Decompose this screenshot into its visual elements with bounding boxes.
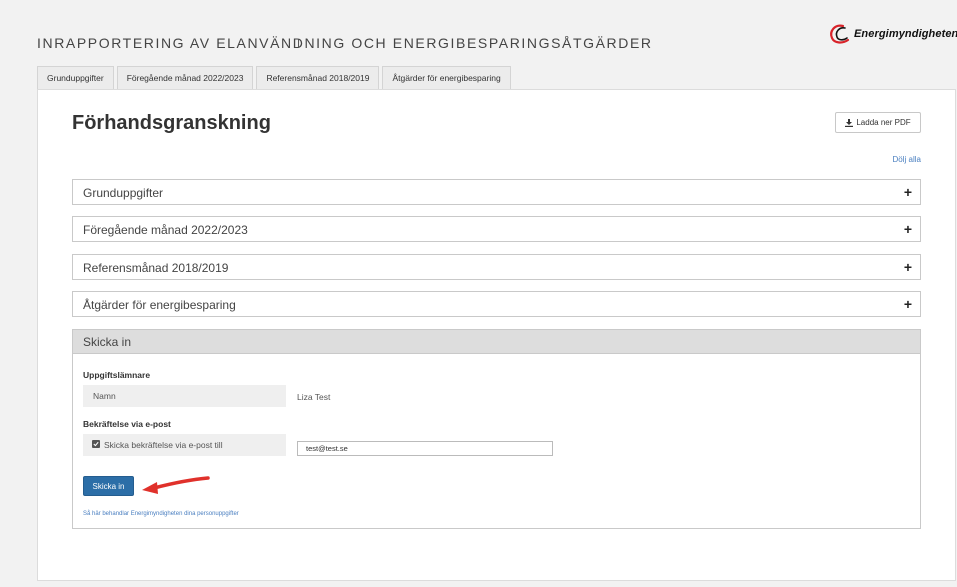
checkbox-checked-icon[interactable] [92, 440, 100, 448]
tab-atgarder[interactable]: Åtgärder för energibesparing [382, 66, 511, 90]
section-label: Referensmånad 2018/2019 [83, 261, 229, 275]
submit-section-title: Skicka in [83, 335, 132, 349]
red-arrow-icon [142, 476, 210, 494]
section-label: Grunduppgifter [83, 186, 164, 200]
email-confirm-label: Skicka bekräftelse via e-post till [104, 440, 223, 450]
name-value: Liza Test [297, 392, 331, 402]
name-label-box: Namn [83, 385, 286, 407]
submit-button[interactable]: Skicka in [83, 476, 134, 496]
tab-bar: Grunduppgifter Föregående månad 2022/202… [37, 66, 514, 90]
submitter-heading: Uppgiftslämnare [83, 370, 151, 380]
section-referensmanad[interactable]: Referensmånad 2018/2019 + [72, 254, 921, 280]
logo-swoosh-icon [830, 24, 850, 44]
privacy-link[interactable]: Så här behandlar Energimyndigheten dina … [83, 511, 239, 517]
plus-icon: + [903, 221, 912, 237]
logo-text: Energimyndigheten [854, 28, 957, 40]
logo: Energimyndigheten [828, 22, 957, 46]
section-label: Åtgärder för energibesparing [83, 298, 236, 312]
page-title: Förhandsgranskning [72, 112, 271, 134]
app-title: INRAPPORTERING AV ELANVÄNDNING OCH ENERG… [37, 35, 653, 51]
section-atgarder[interactable]: Åtgärder för energibesparing + [72, 291, 921, 317]
email-field[interactable] [297, 441, 553, 456]
header: INRAPPORTERING AV ELANVÄNDNING OCH ENERG… [0, 0, 957, 66]
plus-icon: + [903, 259, 912, 275]
section-foregaende-manad[interactable]: Föregående månad 2022/2023 + [72, 216, 921, 242]
section-label: Föregående månad 2022/2023 [83, 223, 248, 237]
download-pdf-label: Ladda ner PDF [856, 118, 911, 127]
hide-all-link[interactable]: Dölj alla [878, 155, 921, 164]
submit-section-header[interactable]: Skicka in [73, 330, 920, 354]
email-confirm-checkbox-row[interactable]: Skicka bekräftelse via e-post till [83, 434, 286, 456]
plus-icon: + [903, 184, 912, 200]
name-label: Namn [93, 391, 116, 401]
text-cursor-icon: I [297, 38, 301, 50]
main-panel: Förhandsgranskning Ladda ner PDF Dölj al… [37, 89, 956, 581]
download-pdf-button[interactable]: Ladda ner PDF [835, 112, 921, 133]
download-icon [845, 118, 854, 127]
confirmation-heading: Bekräftelse via e-post [83, 419, 171, 429]
tab-foregaende-manad[interactable]: Föregående månad 2022/2023 [116, 66, 254, 90]
submit-section: Skicka in Uppgiftslämnare Namn Liza Test… [72, 329, 921, 529]
tab-referensmanad[interactable]: Referensmånad 2018/2019 [256, 66, 380, 90]
plus-icon: + [903, 296, 912, 312]
tab-grunduppgifter[interactable]: Grunduppgifter [37, 66, 114, 90]
section-grunduppgifter[interactable]: Grunduppgifter + [72, 179, 921, 205]
